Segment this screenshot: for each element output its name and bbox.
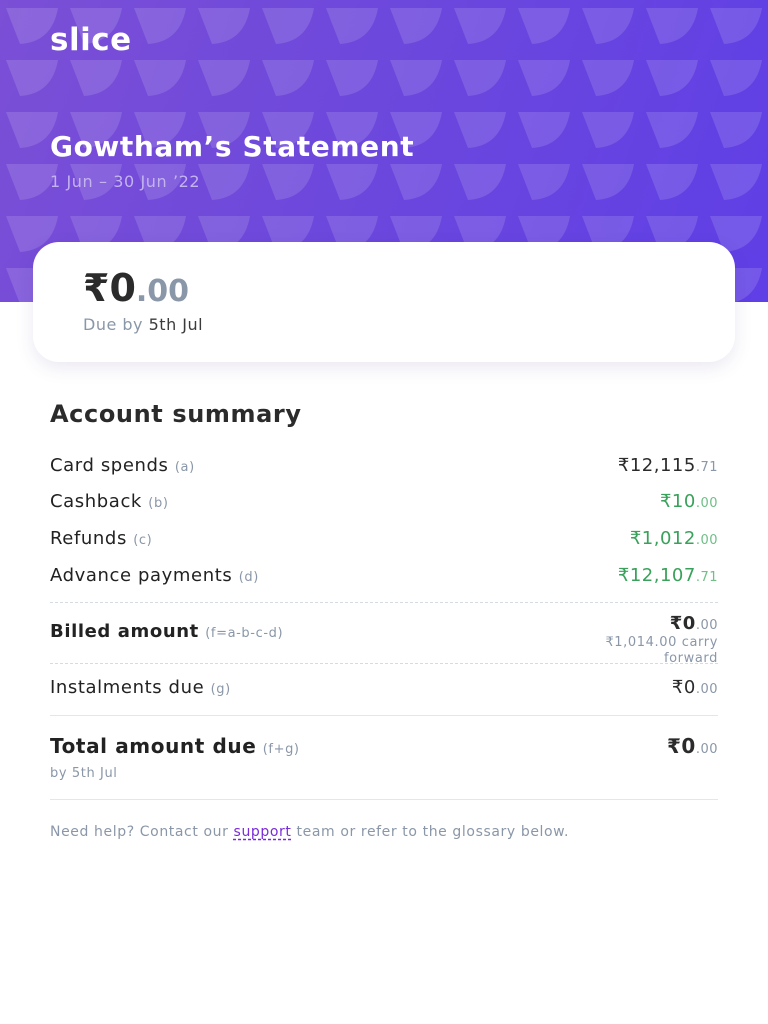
amount-decimal: .00 xyxy=(695,618,718,633)
row-label-text: Refunds xyxy=(50,528,127,549)
amount-currency: ₹ xyxy=(617,565,630,586)
row-label-text: Cashback xyxy=(50,491,142,512)
help-text-before: Need help? Contact our xyxy=(50,824,234,840)
row-amount: ₹0.00 xyxy=(667,734,718,758)
total-due-date: by 5th Jul xyxy=(50,766,118,781)
row-label-text: Card spends xyxy=(50,455,169,476)
slice-logo: slice xyxy=(50,22,132,58)
amount-due-card: ₹0.00 Due by 5th Jul xyxy=(33,242,735,362)
row-amount: ₹12,115.71 xyxy=(618,455,718,476)
amount-integer: 12,107 xyxy=(629,565,696,586)
amount-decimal: .71 xyxy=(695,570,718,585)
amount-decimal: .00 xyxy=(695,496,718,511)
amount-currency: ₹ xyxy=(659,491,672,512)
help-text-after: team or refer to the glossary below. xyxy=(291,824,570,840)
amount-currency: ₹ xyxy=(666,734,682,758)
row-label-hint: (g) xyxy=(210,682,231,697)
row-label-hint: (d) xyxy=(238,570,259,585)
amount-integer: 10 xyxy=(671,491,696,512)
amount-integer: 0 xyxy=(682,613,696,634)
divider xyxy=(50,715,718,716)
statement-period: 1 Jun – 30 Jun ’22 xyxy=(50,172,201,191)
row-label: Card spends (a) xyxy=(50,455,195,476)
row-amount: ₹1,012.00 xyxy=(630,528,718,549)
amount-integer: 0 xyxy=(681,734,696,758)
row-label-text: Instalments due xyxy=(50,677,205,698)
amount-currency: ₹ xyxy=(629,528,642,549)
amount-decimal: .00 xyxy=(695,742,718,757)
divider xyxy=(50,602,718,603)
amount-currency: ₹ xyxy=(671,677,684,698)
due-date-line: Due by 5th Jul xyxy=(83,315,203,334)
row-amount: ₹0.00 xyxy=(672,677,718,698)
row-label-text: Advance payments xyxy=(50,565,233,586)
amount-currency: ₹ xyxy=(617,455,630,476)
amount-decimal: .00 xyxy=(695,533,718,548)
amount-integer: 1,012 xyxy=(641,528,696,549)
row-label: Cashback (b) xyxy=(50,491,169,512)
row-label-hint: (a) xyxy=(174,460,195,475)
amount-due-integer: 0 xyxy=(109,266,136,310)
divider xyxy=(50,663,718,664)
currency-symbol: ₹ xyxy=(83,266,110,310)
row-label-hint: (f+g) xyxy=(262,742,300,757)
support-link[interactable]: support xyxy=(234,824,292,840)
row-label-hint: (f=a-b-c-d) xyxy=(205,626,284,641)
statement-title: Gowtham’s Statement xyxy=(50,130,415,163)
amount-decimal: .71 xyxy=(695,460,718,475)
row-label: Refunds (c) xyxy=(50,528,152,549)
account-summary-title: Account summary xyxy=(50,400,302,428)
row-label: Advance payments (d) xyxy=(50,565,259,586)
due-date-label: Due by xyxy=(83,315,144,334)
row-label-hint: (b) xyxy=(148,496,169,511)
divider xyxy=(50,799,718,800)
row-label: Billed amount (f=a-b-c-d) xyxy=(50,621,283,642)
row-label-hint: (c) xyxy=(133,533,153,548)
row-label-text: Total amount due xyxy=(50,734,257,758)
amount-due-decimal: .00 xyxy=(135,274,190,309)
amount-integer: 0 xyxy=(683,677,696,698)
row-label: Total amount due (f+g) xyxy=(50,734,300,758)
amount-integer: 12,115 xyxy=(629,455,696,476)
row-amount: ₹0.00 xyxy=(670,613,718,634)
row-amount: ₹12,107.71 xyxy=(618,565,718,586)
amount-decimal: .00 xyxy=(695,682,718,697)
row-label: Instalments due (g) xyxy=(50,677,231,698)
due-date-value: 5th Jul xyxy=(148,315,204,334)
row-label-text: Billed amount xyxy=(50,621,199,642)
row-amount: ₹10.00 xyxy=(660,491,718,512)
amount-due: ₹0.00 xyxy=(83,266,189,310)
help-text: Need help? Contact our support team or r… xyxy=(50,824,710,841)
amount-currency: ₹ xyxy=(669,613,683,634)
